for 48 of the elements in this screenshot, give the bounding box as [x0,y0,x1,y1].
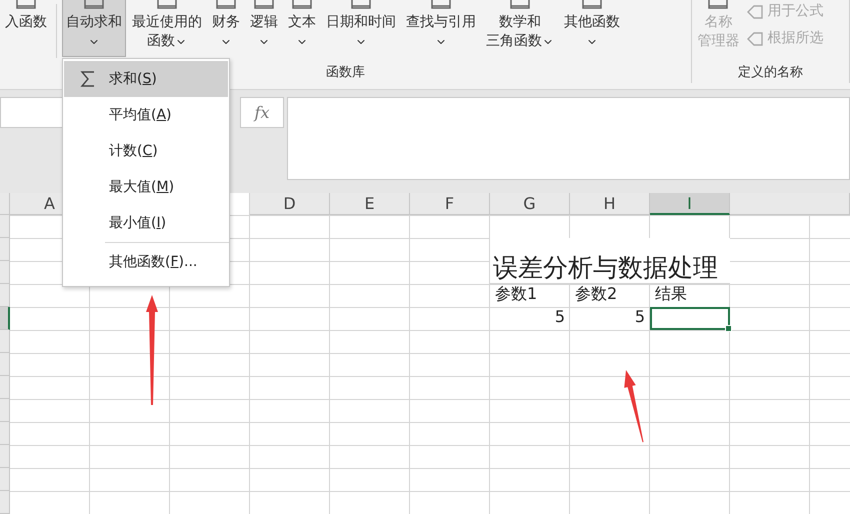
sum-icon [80,70,96,88]
column-header[interactable] [730,193,850,215]
table-cell[interactable]: 参数2 [570,284,650,307]
ribbon-button[interactable]: 查找与引用 [402,0,480,57]
menu-item[interactable]: 求和(S) [64,61,228,97]
ribbon-button[interactable]: 财务 [208,0,244,57]
ribbon-button[interactable]: 文本 [284,0,320,57]
book-icon [82,0,106,9]
column-header[interactable]: H [570,193,650,215]
tag-icon [746,4,764,20]
select-all-corner[interactable] [0,193,10,215]
ribbon-button[interactable]: 最近使用的 函数 [128,0,206,57]
table-cell[interactable]: 5 [490,307,570,330]
book-icon [155,0,179,9]
book-icon [14,0,38,9]
menu-item[interactable]: 平均值(A) [64,97,228,133]
group-label: 定义的名称 [738,64,804,80]
ribbon-button[interactable]: 其他函数 [560,0,624,57]
book-icon [214,0,238,9]
table-cell[interactable]: 结果 [650,284,730,307]
table-cell[interactable]: 误差分析与数据处理 [490,238,730,284]
formula-field[interactable] [287,97,850,180]
book-icon [706,0,730,9]
table-cell[interactable]: 参数1 [490,284,570,307]
column-header[interactable]: I [650,193,730,215]
column-header[interactable]: F [410,193,490,215]
ribbon-button[interactable]: 数学和 三角函数 [482,0,558,57]
group-label: 函数库 [326,64,366,80]
book-icon [290,0,314,9]
book-icon [580,0,604,9]
ribbon-button[interactable]: 自动求和 [62,0,126,57]
column-header[interactable]: D [250,193,330,215]
column-header[interactable]: E [330,193,410,215]
insert-function-button[interactable]: fx [240,97,284,128]
ribbon-button[interactable]: 逻辑 [246,0,282,57]
table-cell[interactable] [650,307,730,330]
book-icon [349,0,373,9]
book-icon [508,0,532,9]
book-icon [429,0,453,9]
ribbon-button[interactable]: 日期和时间 [322,0,400,57]
ribbon-button[interactable]: 入函数 [1,0,51,57]
menu-item[interactable]: 其他函数(F)... [64,244,228,280]
column-header[interactable]: G [490,193,570,215]
menu-item[interactable]: 计数(C) [64,133,228,169]
table-cell[interactable]: 5 [570,307,650,330]
tag-icon [746,30,764,46]
book-icon [252,0,276,9]
row-header[interactable] [0,307,10,330]
